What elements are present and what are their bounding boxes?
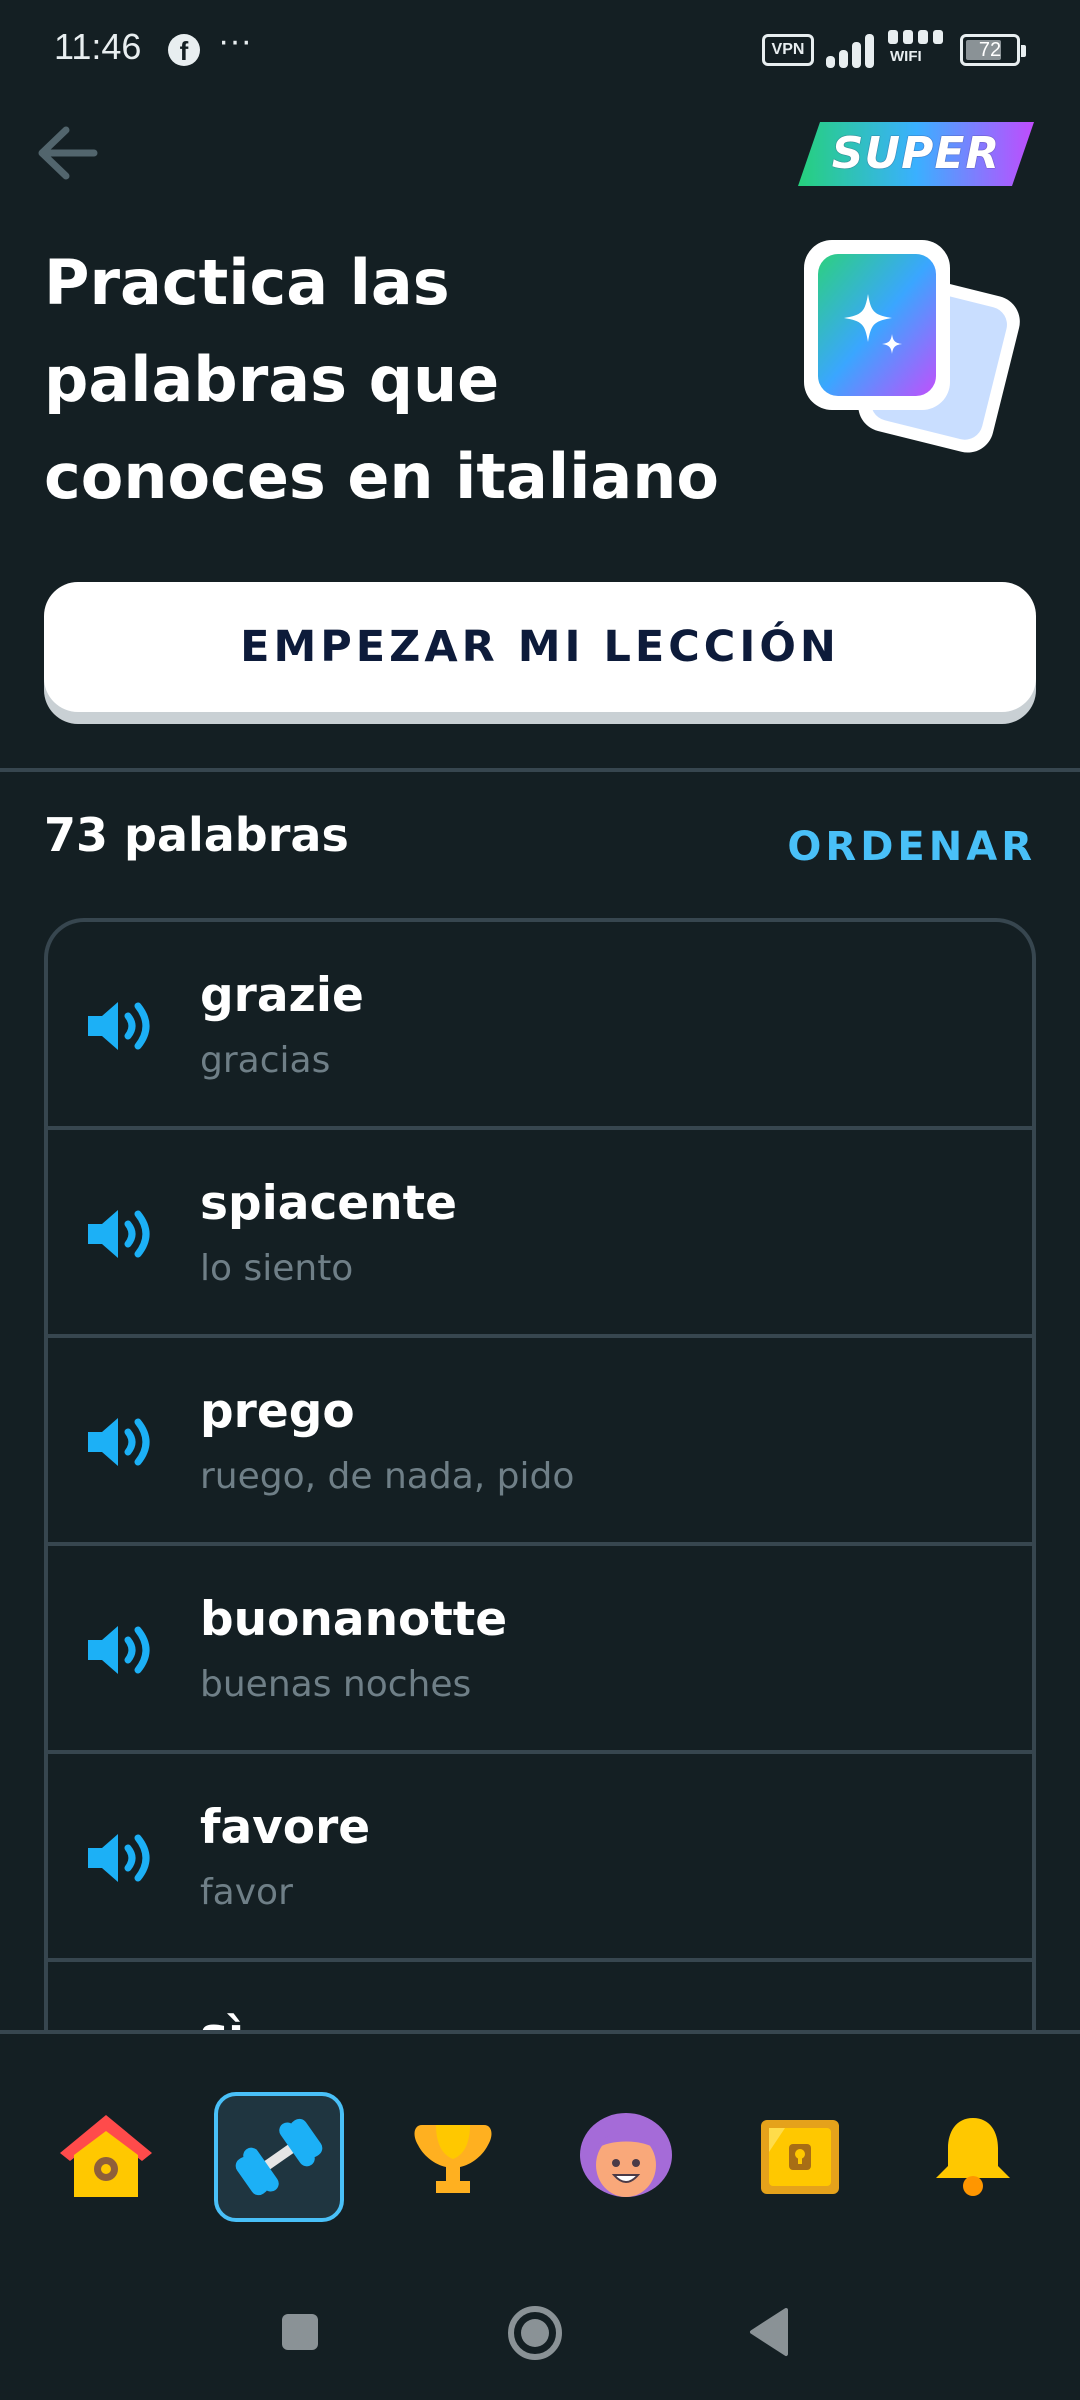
- word-translation: ruego, de nada, pido: [200, 1456, 575, 1497]
- nav-practice[interactable]: [214, 2092, 344, 2222]
- word-text: favore: [200, 1800, 371, 1855]
- leaderboard-trophy-icon: [414, 2125, 492, 2193]
- arrow-left-icon: [38, 126, 98, 180]
- notifications-bell-icon: [936, 2118, 1010, 2196]
- speaker-icon[interactable]: [84, 1830, 156, 1886]
- status-bar: 11:46 f ··· VPN WIFI 72: [0, 0, 1080, 100]
- word-list-item[interactable]: spiacente lo siento: [48, 1130, 1032, 1338]
- practice-dumbbell-icon: [235, 2118, 323, 2196]
- nav-notifications[interactable]: [908, 2092, 1038, 2222]
- facebook-icon: f: [168, 34, 200, 66]
- vpn-icon: VPN: [762, 34, 814, 66]
- nav-profile[interactable]: [561, 2092, 691, 2222]
- signal-icon: [826, 32, 878, 68]
- system-nav-bar: [0, 2270, 1080, 2400]
- words-count: 73 palabras: [44, 808, 349, 862]
- word-text: grazie: [200, 968, 364, 1023]
- word-text: buonanotte: [200, 1592, 508, 1647]
- word-list-item[interactable]: buonanotte buenas noches: [48, 1546, 1032, 1754]
- circle-icon: [508, 2306, 562, 2360]
- square-icon: [282, 2314, 318, 2350]
- battery-icon: 72: [960, 34, 1026, 66]
- profile-avatar-icon: [580, 2113, 672, 2197]
- nav-shop[interactable]: [735, 2092, 865, 2222]
- triangle-back-icon: [750, 2308, 788, 2356]
- word-list-item[interactable]: sì: [48, 1962, 1032, 2036]
- back-system-button[interactable]: [748, 2306, 790, 2358]
- home-icon: [60, 2115, 152, 2197]
- home-system-button[interactable]: [506, 2304, 564, 2362]
- sort-button[interactable]: ORDENAR: [787, 824, 1036, 870]
- battery-level: 72: [978, 39, 1002, 61]
- flashcards-sparkle-icon: [800, 234, 1030, 468]
- word-list-item[interactable]: grazie gracias: [48, 922, 1032, 1130]
- page-title: Practica las palabras que conoces en ita…: [44, 246, 719, 513]
- word-translation: gracias: [200, 1040, 331, 1081]
- nav-home[interactable]: [41, 2092, 171, 2222]
- back-button[interactable]: [32, 118, 102, 188]
- super-badge[interactable]: SUPER: [798, 122, 1034, 186]
- word-list-item[interactable]: prego ruego, de nada, pido: [48, 1338, 1032, 1546]
- word-translation: favor: [200, 1872, 293, 1913]
- speaker-icon[interactable]: [84, 998, 156, 1054]
- recent-apps-button[interactable]: [280, 2312, 320, 2352]
- wifi-icon: WIFI: [888, 30, 948, 70]
- speaker-icon[interactable]: [84, 1206, 156, 1262]
- word-list: grazie gracias spiacente lo siento prego…: [44, 918, 1036, 2036]
- word-text: spiacente: [200, 1176, 457, 1231]
- more-notifications-icon: ···: [218, 22, 252, 60]
- status-time: 11:46: [54, 26, 142, 67]
- super-badge-label: SUPER: [831, 128, 1001, 179]
- speaker-icon[interactable]: [84, 1622, 156, 1678]
- section-divider: [0, 768, 1080, 772]
- word-translation: buenas noches: [200, 1664, 472, 1705]
- nav-leaderboard[interactable]: [388, 2092, 518, 2222]
- speaker-icon[interactable]: [84, 1414, 156, 1470]
- word-text: prego: [200, 1384, 355, 1439]
- start-lesson-button[interactable]: EMPEZAR MI LECCIÓN: [44, 582, 1036, 712]
- word-list-item[interactable]: favore favor: [48, 1754, 1032, 1962]
- word-translation: lo siento: [200, 1248, 354, 1289]
- treasure-chest-icon: [761, 2120, 839, 2194]
